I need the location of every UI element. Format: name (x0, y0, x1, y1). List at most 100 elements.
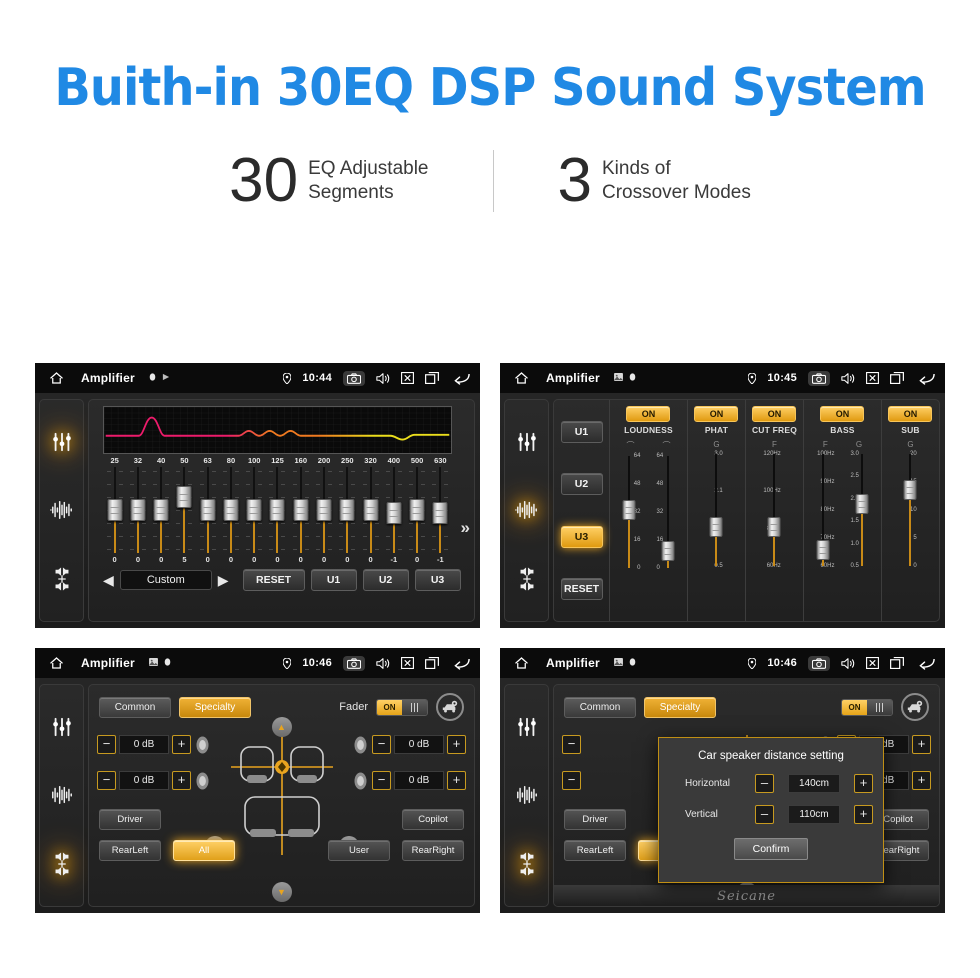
fader-toggle[interactable]: ON (841, 698, 893, 716)
eq-slider-400[interactable] (382, 467, 405, 555)
user-preset-u1-button[interactable]: U1 (310, 569, 357, 591)
reset-button[interactable]: RESET (242, 569, 305, 591)
slider-knob[interactable] (816, 540, 830, 561)
slider-left[interactable]: 20151050 (896, 451, 925, 621)
eq-slider-320[interactable] (359, 467, 382, 555)
close-icon[interactable] (866, 657, 879, 669)
slider-knob[interactable] (622, 500, 636, 521)
eq-slider-25[interactable] (103, 467, 126, 555)
toggle-on-button[interactable]: ON (694, 406, 739, 422)
preset-button-u2[interactable]: U2 (560, 473, 603, 496)
slider-knob[interactable] (661, 540, 675, 561)
slider-right[interactable]: 64 48 32 16 0 (648, 453, 686, 621)
car-settings-icon[interactable] (901, 693, 929, 721)
close-icon[interactable] (866, 372, 879, 384)
fader-toggle[interactable]: ON (376, 698, 428, 716)
decrease-button[interactable]: − (372, 735, 391, 754)
volume-icon[interactable] (376, 657, 390, 670)
slider-knob[interactable] (903, 479, 917, 500)
decrease-button[interactable]: − (562, 771, 581, 790)
preset-button-reset[interactable]: RESET (560, 577, 603, 600)
sidebar-item-equalizer[interactable] (48, 428, 76, 456)
seat-button-all[interactable]: All (173, 840, 235, 861)
camera-icon[interactable] (343, 655, 365, 671)
eq-slider-80[interactable] (219, 467, 242, 555)
car-settings-icon[interactable] (436, 693, 464, 721)
back-icon[interactable] (450, 372, 470, 385)
eq-slider-knob[interactable] (176, 485, 192, 508)
position-down-button[interactable]: ▼ (271, 882, 292, 902)
eq-slider-160[interactable] (289, 467, 312, 555)
preset-next-button[interactable]: ▶ (218, 573, 229, 587)
slider-knob[interactable] (709, 516, 723, 537)
sidebar-item-balance[interactable] (48, 850, 76, 878)
eq-slider-63[interactable] (196, 467, 219, 555)
eq-slider-knob[interactable] (153, 499, 169, 521)
eq-slider-knob[interactable] (363, 499, 379, 521)
eq-slider-knob[interactable] (293, 499, 309, 521)
sidebar-item-equalizer[interactable] (513, 428, 541, 456)
slider-left[interactable]: 3.02.11.30.5 (702, 451, 731, 621)
decrease-button[interactable]: − (372, 771, 391, 790)
preset-button-u1[interactable]: U1 (560, 421, 603, 444)
decrease-button[interactable]: – (755, 805, 774, 824)
slider-right[interactable]: 3.02.52.01.51.00.5 (842, 451, 880, 621)
eq-slider-200[interactable] (312, 467, 335, 555)
user-preset-u2-button[interactable]: U2 (362, 569, 409, 591)
confirm-button[interactable]: Confirm (734, 838, 808, 860)
home-icon[interactable] (45, 371, 67, 385)
close-icon[interactable] (401, 657, 414, 669)
increase-button[interactable]: + (172, 735, 191, 754)
sidebar-item-balance[interactable] (513, 850, 541, 878)
eq-slider-knob[interactable] (246, 499, 262, 521)
sidebar-item-equalizer[interactable] (48, 713, 76, 741)
slider-left[interactable]: 100Hz 90Hz 80Hz 70Hz 60Hz (804, 451, 842, 621)
increase-button[interactable]: + (912, 771, 931, 790)
seat-button-user[interactable]: User (328, 840, 390, 861)
eq-slider-32[interactable] (126, 467, 149, 555)
camera-icon[interactable] (808, 370, 830, 386)
volume-icon[interactable] (376, 372, 390, 385)
seat-button-rearleft[interactable]: RearLeft (99, 840, 161, 861)
increase-button[interactable]: + (447, 771, 466, 790)
decrease-button[interactable]: − (97, 771, 116, 790)
eq-slider-50[interactable] (173, 467, 196, 555)
sidebar-item-waveform[interactable] (48, 496, 76, 524)
sidebar-item-waveform[interactable] (513, 496, 541, 524)
slider-left[interactable]: 64 48 32 16 0 (610, 453, 648, 621)
decrease-button[interactable]: – (755, 774, 774, 793)
sidebar-item-waveform[interactable] (513, 781, 541, 809)
sidebar-item-balance[interactable] (513, 565, 541, 593)
recents-icon[interactable] (425, 657, 439, 669)
back-icon[interactable] (450, 657, 470, 670)
eq-slider-knob[interactable] (269, 499, 285, 521)
recents-icon[interactable] (425, 372, 439, 384)
toggle-on-button[interactable]: ON (888, 406, 933, 422)
eq-slider-knob[interactable] (130, 499, 146, 521)
tab-specialty[interactable]: Specialty (179, 696, 251, 718)
eq-slider-knob[interactable] (200, 499, 216, 521)
seat-button-rearleft[interactable]: RearLeft (564, 840, 626, 861)
back-icon[interactable] (915, 372, 935, 385)
camera-icon[interactable] (808, 655, 830, 671)
increase-button[interactable]: + (854, 774, 873, 793)
seat-button-driver[interactable]: Driver (564, 809, 626, 830)
user-preset-u3-button[interactable]: U3 (414, 569, 461, 591)
slider-left[interactable]: 120Hz100Hz80Hz60Hz (760, 451, 789, 621)
close-icon[interactable] (401, 372, 414, 384)
eq-slider-100[interactable] (243, 467, 266, 555)
home-icon[interactable] (510, 656, 532, 670)
back-icon[interactable] (915, 657, 935, 670)
preset-prev-button[interactable]: ◀ (103, 573, 114, 587)
preset-name-display[interactable]: Custom (119, 570, 212, 590)
toggle-on-button[interactable]: ON (752, 406, 797, 422)
increase-button[interactable]: + (447, 735, 466, 754)
slider-knob[interactable] (767, 516, 781, 537)
increase-button[interactable]: + (172, 771, 191, 790)
tab-common[interactable]: Common (564, 696, 636, 718)
eq-slider-knob[interactable] (386, 501, 402, 524)
eq-slider-knob[interactable] (316, 499, 332, 521)
volume-icon[interactable] (841, 372, 855, 385)
eq-slider-40[interactable] (150, 467, 173, 555)
decrease-button[interactable]: − (97, 735, 116, 754)
